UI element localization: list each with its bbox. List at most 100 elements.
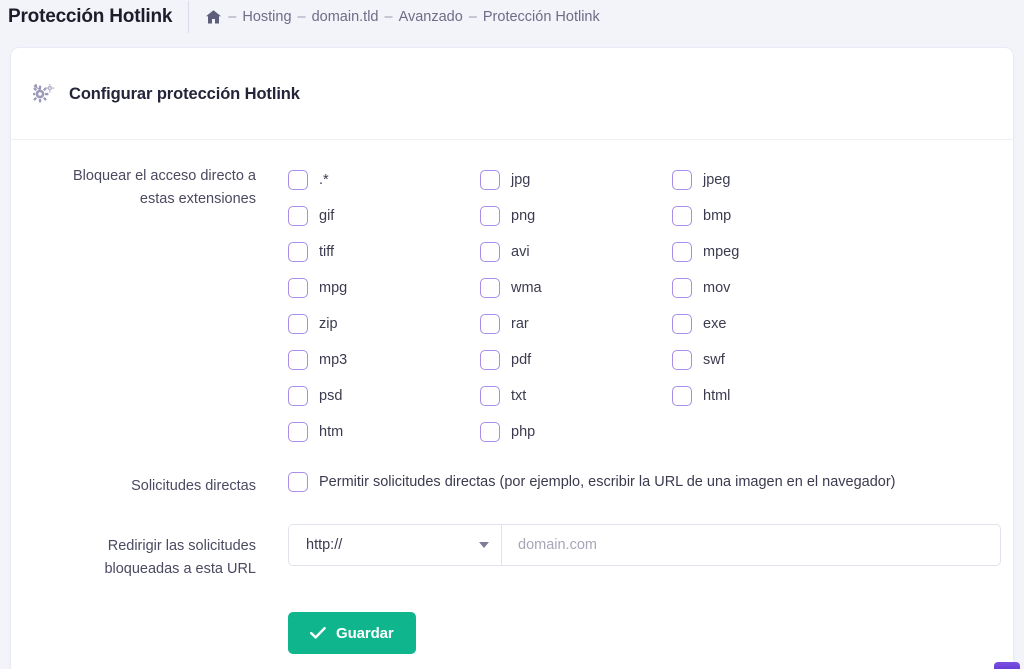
redirect-url-input[interactable] xyxy=(502,525,1000,565)
extension-label[interactable]: swf xyxy=(703,352,725,368)
extension-option[interactable]: gif xyxy=(288,198,480,234)
extension-checkbox[interactable] xyxy=(480,242,500,262)
redirect-url-label-line1: Redirigir las solicitudes xyxy=(11,535,256,558)
breadcrumb-item-domain[interactable]: domain.tld xyxy=(312,9,379,25)
extension-option[interactable]: tiff xyxy=(288,234,480,270)
extension-label[interactable]: avi xyxy=(511,244,530,260)
direct-requests-label: Solicitudes directas xyxy=(11,472,256,498)
direct-requests-checkbox-label[interactable]: Permitir solicitudes directas (por ejemp… xyxy=(319,474,896,490)
extension-option[interactable]: exe xyxy=(672,306,1013,342)
extension-checkbox[interactable] xyxy=(480,314,500,334)
extension-checkbox[interactable] xyxy=(288,242,308,262)
extension-option[interactable]: txt xyxy=(480,378,672,414)
extension-option[interactable]: wma xyxy=(480,270,672,306)
extension-checkbox[interactable] xyxy=(672,386,692,406)
extension-option[interactable]: zip xyxy=(288,306,480,342)
extension-checkbox[interactable] xyxy=(672,350,692,370)
save-row: Guardar xyxy=(11,612,1013,654)
extension-option[interactable]: mp3 xyxy=(288,342,480,378)
breadcrumb-item-current: Protección Hotlink xyxy=(483,9,600,25)
extension-option[interactable]: php xyxy=(480,414,672,450)
extension-checkbox[interactable] xyxy=(672,278,692,298)
extension-label[interactable]: jpg xyxy=(511,172,530,188)
extension-label[interactable]: html xyxy=(703,388,730,404)
extension-label[interactable]: php xyxy=(511,424,535,440)
extension-option[interactable]: mpg xyxy=(288,270,480,306)
extension-label[interactable]: mpg xyxy=(319,280,347,296)
extension-option[interactable]: html xyxy=(672,378,1013,414)
extension-option[interactable]: mpeg xyxy=(672,234,1013,270)
redirect-url-row: Redirigir las solicitudes bloqueadas a e… xyxy=(11,524,1013,581)
extension-label[interactable]: pdf xyxy=(511,352,531,368)
breadcrumb-item-hosting[interactable]: Hosting xyxy=(242,9,291,25)
card-header: Configurar protección Hotlink xyxy=(11,48,1013,140)
home-icon[interactable] xyxy=(205,9,222,25)
extension-label[interactable]: psd xyxy=(319,388,342,404)
extensions-label: Bloquear el acceso directo a estas exten… xyxy=(11,162,256,211)
breadcrumb-dash-1: – xyxy=(298,9,306,25)
extension-checkbox[interactable] xyxy=(480,206,500,226)
extension-checkbox[interactable] xyxy=(672,314,692,334)
extension-label[interactable]: mp3 xyxy=(319,352,347,368)
extension-checkbox[interactable] xyxy=(288,350,308,370)
redirect-url-control: http:// xyxy=(256,524,1013,566)
extension-checkbox[interactable] xyxy=(672,206,692,226)
scheme-select[interactable]: http:// xyxy=(289,525,502,565)
extension-label[interactable]: png xyxy=(511,208,535,224)
extension-option[interactable]: bmp xyxy=(672,198,1013,234)
check-icon xyxy=(310,626,326,640)
extension-checkbox[interactable] xyxy=(288,170,308,190)
extension-label[interactable]: gif xyxy=(319,208,334,224)
extension-option[interactable]: jpg xyxy=(480,162,672,198)
breadcrumb-dash-3: – xyxy=(469,9,477,25)
extension-option[interactable]: jpeg xyxy=(672,162,1013,198)
extension-checkbox[interactable] xyxy=(288,314,308,334)
extension-checkbox[interactable] xyxy=(288,206,308,226)
extension-label[interactable]: exe xyxy=(703,316,726,332)
direct-requests-option[interactable]: Permitir solicitudes directas (por ejemp… xyxy=(288,472,1013,492)
extensions-label-line2: estas extensiones xyxy=(11,188,256,211)
extension-option[interactable]: avi xyxy=(480,234,672,270)
extension-option[interactable]: pdf xyxy=(480,342,672,378)
extension-checkbox[interactable] xyxy=(672,170,692,190)
extension-label[interactable]: bmp xyxy=(703,208,731,224)
save-button-label: Guardar xyxy=(336,625,394,642)
extension-checkbox[interactable] xyxy=(288,422,308,442)
extensions-control: .* jpg jpeg gif png bmp tiff avi mpeg mp… xyxy=(256,162,1013,450)
extension-checkbox[interactable] xyxy=(288,386,308,406)
extension-label[interactable]: tiff xyxy=(319,244,334,260)
extension-label[interactable]: rar xyxy=(511,316,529,332)
extension-checkbox[interactable] xyxy=(480,422,500,442)
page-title: Protección Hotlink xyxy=(8,6,188,28)
corner-accent[interactable] xyxy=(994,662,1020,669)
extension-option[interactable]: psd xyxy=(288,378,480,414)
extension-label[interactable]: txt xyxy=(511,388,526,404)
extension-option[interactable]: .* xyxy=(288,162,480,198)
extension-label[interactable]: htm xyxy=(319,424,343,440)
extension-label[interactable]: .* xyxy=(319,172,329,188)
breadcrumb-item-avanzado[interactable]: Avanzado xyxy=(399,9,463,25)
extension-label[interactable]: wma xyxy=(511,280,542,296)
extension-option[interactable]: mov xyxy=(672,270,1013,306)
direct-requests-checkbox[interactable] xyxy=(288,472,308,492)
extension-label[interactable]: jpeg xyxy=(703,172,730,188)
save-button[interactable]: Guardar xyxy=(288,612,416,654)
extension-checkbox[interactable] xyxy=(480,278,500,298)
extension-checkbox[interactable] xyxy=(480,386,500,406)
extension-checkbox[interactable] xyxy=(672,242,692,262)
extension-checkbox[interactable] xyxy=(480,170,500,190)
extension-checkbox[interactable] xyxy=(480,350,500,370)
extension-option[interactable]: swf xyxy=(672,342,1013,378)
extension-option[interactable]: png xyxy=(480,198,672,234)
card-title: Configurar protección Hotlink xyxy=(69,85,300,104)
extensions-checkbox-grid: .* jpg jpeg gif png bmp tiff avi mpeg mp… xyxy=(288,162,1013,450)
extension-option[interactable]: htm xyxy=(288,414,480,450)
extension-checkbox[interactable] xyxy=(288,278,308,298)
redirect-url-label: Redirigir las solicitudes bloqueadas a e… xyxy=(11,524,256,581)
extension-option[interactable]: rar xyxy=(480,306,672,342)
hotlink-protection-card: Configurar protección Hotlink Bloquear e… xyxy=(10,47,1014,669)
extension-label[interactable]: mov xyxy=(703,280,730,296)
cogs-icon xyxy=(33,84,55,104)
extension-label[interactable]: zip xyxy=(319,316,338,332)
extension-label[interactable]: mpeg xyxy=(703,244,739,260)
